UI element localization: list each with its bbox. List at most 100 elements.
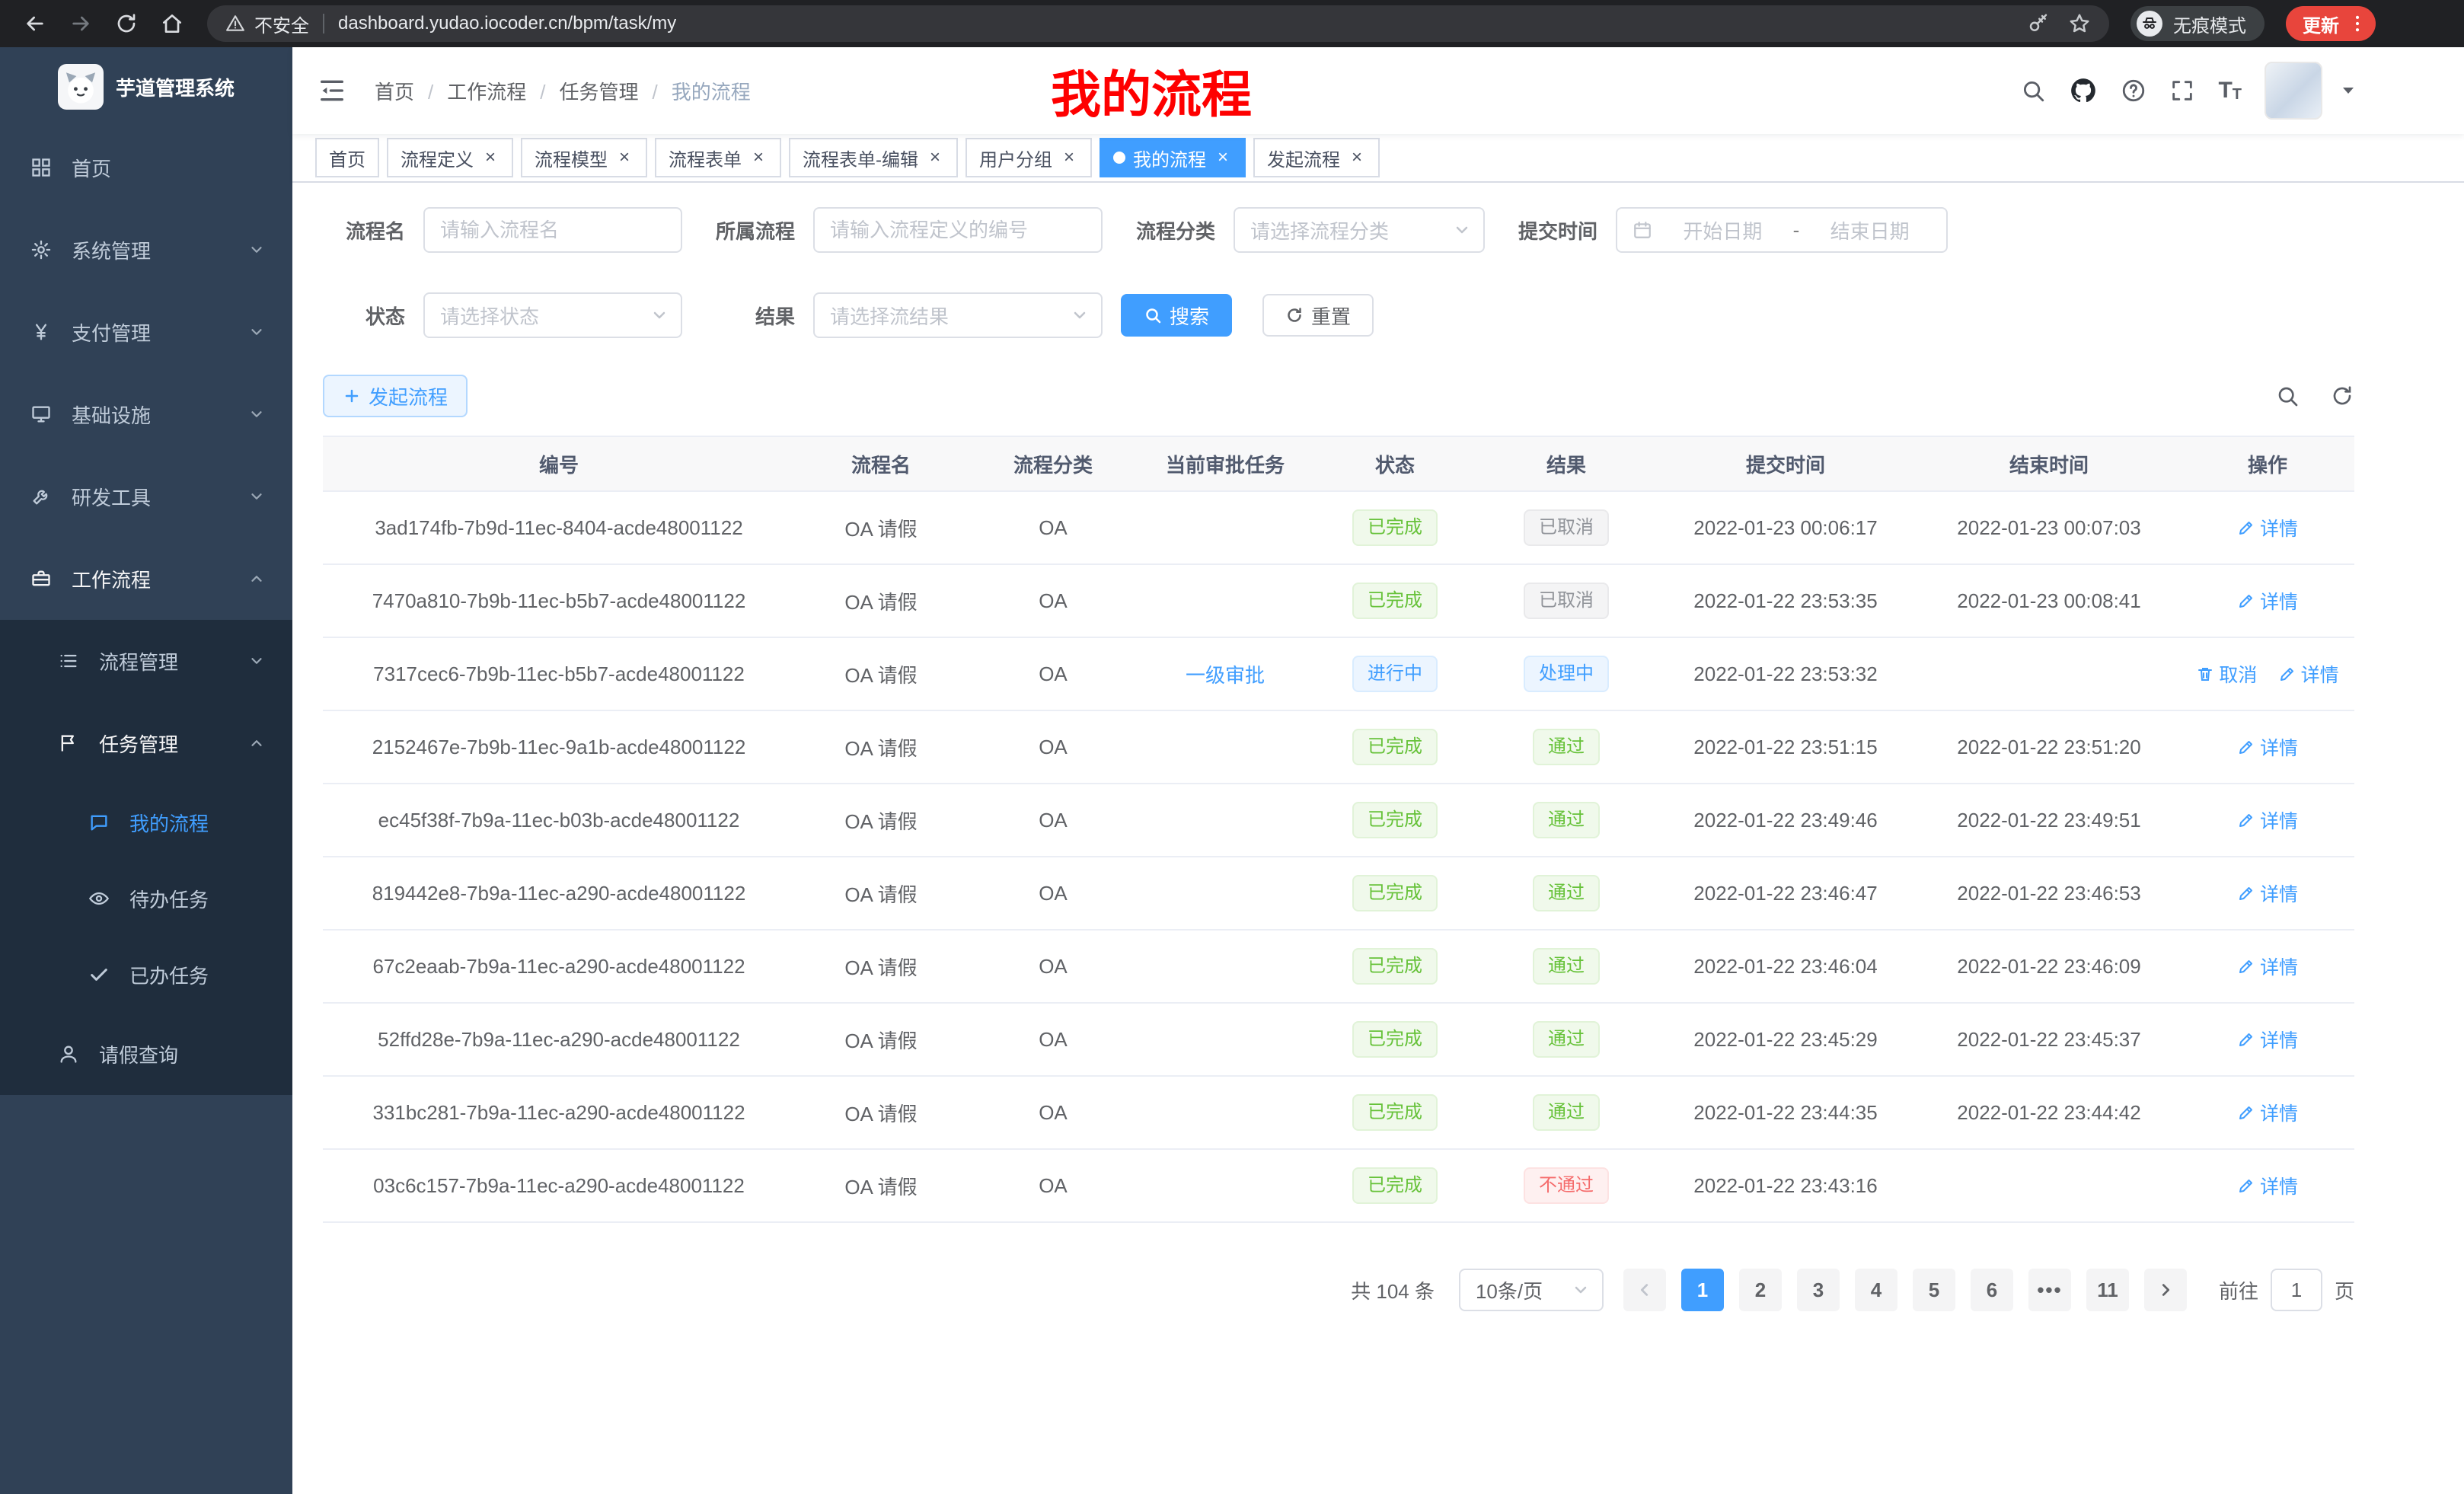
refresh-table-icon[interactable]	[2330, 384, 2354, 408]
toggle-search-icon[interactable]	[2275, 384, 2300, 408]
sidebar-item-dev-tools[interactable]: 研发工具	[0, 455, 292, 538]
address-bar[interactable]: 不安全 dashboard.yudao.iocoder.cn/bpm/task/…	[207, 5, 2109, 42]
tag-item[interactable]: 流程表单-编辑 ×	[789, 138, 958, 177]
app-logo[interactable]: 芋道管理系统	[0, 47, 292, 126]
current-task-link[interactable]: 一级审批	[1186, 664, 1265, 687]
result-select[interactable]: 请选择流结果	[813, 292, 1103, 338]
search-button[interactable]: 搜索	[1121, 294, 1232, 337]
reset-button[interactable]: 重置	[1262, 294, 1374, 337]
cell-id: 52ffd28e-7b9a-11ec-a290-acde48001122	[323, 1003, 795, 1076]
page-size-select[interactable]: 10条/页	[1459, 1269, 1604, 1311]
tag-item[interactable]: 流程定义 ×	[387, 138, 513, 177]
browser-forward-button[interactable]	[61, 4, 101, 43]
github-icon[interactable]	[2069, 76, 2098, 105]
cell-submit-time: 2022-01-22 23:44:35	[1654, 1076, 1917, 1149]
kebab-menu-icon[interactable]	[2347, 13, 2368, 34]
process-name-input[interactable]	[423, 207, 682, 253]
sidebar-item-my-processes[interactable]: 我的流程	[0, 784, 292, 860]
close-icon[interactable]: ×	[481, 148, 500, 167]
sidebar-item-home[interactable]: 首页	[0, 126, 292, 209]
sidebar-item-done-tasks[interactable]: 已办任务	[0, 937, 292, 1013]
tag-item[interactable]: 流程模型 ×	[521, 138, 647, 177]
avatar[interactable]	[2265, 62, 2322, 120]
detail-action[interactable]: 详情	[2237, 806, 2298, 834]
close-icon[interactable]: ×	[926, 148, 944, 167]
tag-item[interactable]: 用户分组 ×	[965, 138, 1092, 177]
chevron-down-icon	[248, 488, 265, 505]
browser-reload-button[interactable]	[107, 4, 146, 43]
page-button[interactable]: 5	[1913, 1269, 1955, 1311]
detail-action[interactable]: 详情	[2237, 733, 2298, 761]
create-process-button[interactable]: 发起流程	[323, 375, 468, 417]
close-icon[interactable]: ×	[749, 148, 768, 167]
tag-item[interactable]: 我的流程 ×	[1100, 138, 1246, 177]
submit-time-range-picker[interactable]: 开始日期 - 结束日期	[1616, 207, 1948, 253]
detail-action[interactable]: 详情	[2278, 660, 2339, 688]
sidebar-item-pending-tasks[interactable]: 待办任务	[0, 860, 292, 937]
status-select[interactable]: 请选择状态	[423, 292, 682, 338]
page-button[interactable]: 3	[1797, 1269, 1840, 1311]
sidebar-item-leave-query[interactable]: 请假查询	[0, 1013, 292, 1095]
cell-current-task	[1139, 930, 1311, 1003]
detail-action[interactable]: 详情	[2237, 953, 2298, 980]
page-button[interactable]: 1	[1681, 1269, 1724, 1311]
key-icon[interactable]	[2027, 12, 2050, 35]
browser-back-button[interactable]	[15, 4, 55, 43]
detail-action[interactable]: 详情	[2237, 514, 2298, 541]
close-icon[interactable]: ×	[1348, 148, 1366, 167]
breadcrumb-task-management[interactable]: 任务管理	[560, 77, 672, 105]
close-icon[interactable]: ×	[1214, 148, 1232, 167]
page-button[interactable]: 6	[1971, 1269, 2013, 1311]
page-jump-input[interactable]	[2271, 1269, 2322, 1311]
caret-down-icon[interactable]	[2339, 81, 2357, 100]
cell-category: OA	[967, 1076, 1139, 1149]
status-badge: 已完成	[1352, 1094, 1438, 1131]
next-page-button[interactable]	[2144, 1269, 2187, 1311]
prev-page-button[interactable]	[1623, 1269, 1666, 1311]
page-button[interactable]: 4	[1855, 1269, 1897, 1311]
cell-id: 03c6c157-7b9a-11ec-a290-acde48001122	[323, 1149, 795, 1222]
breadcrumb-home[interactable]: 首页	[375, 77, 447, 105]
column-header: 提交时间	[1654, 436, 1917, 491]
browser-update-button[interactable]: 更新	[2286, 6, 2376, 41]
cell-category: OA	[967, 857, 1139, 930]
detail-action[interactable]: 详情	[2237, 587, 2298, 615]
search-icon[interactable]	[2020, 78, 2046, 104]
page-button[interactable]: •••	[2028, 1269, 2071, 1311]
hamburger-icon[interactable]	[317, 75, 347, 106]
chevron-down-icon	[1453, 221, 1471, 239]
breadcrumb-workflow[interactable]: 工作流程	[447, 77, 559, 105]
detail-action[interactable]: 详情	[2237, 879, 2298, 907]
edit-icon	[2237, 1103, 2255, 1122]
tools-icon	[30, 486, 52, 507]
cell-id: 7470a810-7b9b-11ec-b5b7-acde48001122	[323, 564, 795, 637]
close-icon[interactable]: ×	[1060, 148, 1078, 167]
sidebar-item-system[interactable]: 系统管理	[0, 209, 292, 291]
tag-item[interactable]: 首页 ×	[315, 138, 379, 177]
detail-action[interactable]: 详情	[2237, 1099, 2298, 1126]
bookmark-star-icon[interactable]	[2068, 12, 2091, 35]
column-header: 结束时间	[1917, 436, 2181, 491]
sidebar-item-payment[interactable]: 支付管理	[0, 291, 292, 373]
sidebar-item-task-management[interactable]: 任务管理	[0, 702, 292, 784]
browser-home-button[interactable]	[152, 4, 192, 43]
sidebar-item-workflow[interactable]: 工作流程	[0, 538, 292, 620]
close-icon[interactable]: ×	[615, 148, 634, 167]
cell-process-name: OA 请假	[795, 1076, 967, 1149]
sidebar-item-infrastructure[interactable]: 基础设施	[0, 373, 292, 455]
tag-item[interactable]: 流程表单 ×	[655, 138, 781, 177]
page-button[interactable]: 2	[1739, 1269, 1782, 1311]
detail-action[interactable]: 详情	[2237, 1026, 2298, 1053]
page-jump: 前往 页	[2219, 1269, 2354, 1311]
tag-item[interactable]: 发起流程 ×	[1253, 138, 1380, 177]
font-size-icon[interactable]: TT	[2218, 79, 2242, 102]
process-def-input[interactable]	[813, 207, 1103, 253]
fullscreen-icon[interactable]	[2169, 78, 2195, 104]
category-select[interactable]: 请选择流程分类	[1234, 207, 1485, 253]
search-icon	[1144, 306, 1162, 324]
sidebar-item-process-management[interactable]: 流程管理	[0, 620, 292, 702]
detail-action[interactable]: 详情	[2237, 1172, 2298, 1199]
help-icon[interactable]	[2121, 78, 2146, 104]
cancel-action[interactable]: 取消	[2196, 660, 2257, 688]
page-button[interactable]: 11	[2086, 1269, 2129, 1311]
